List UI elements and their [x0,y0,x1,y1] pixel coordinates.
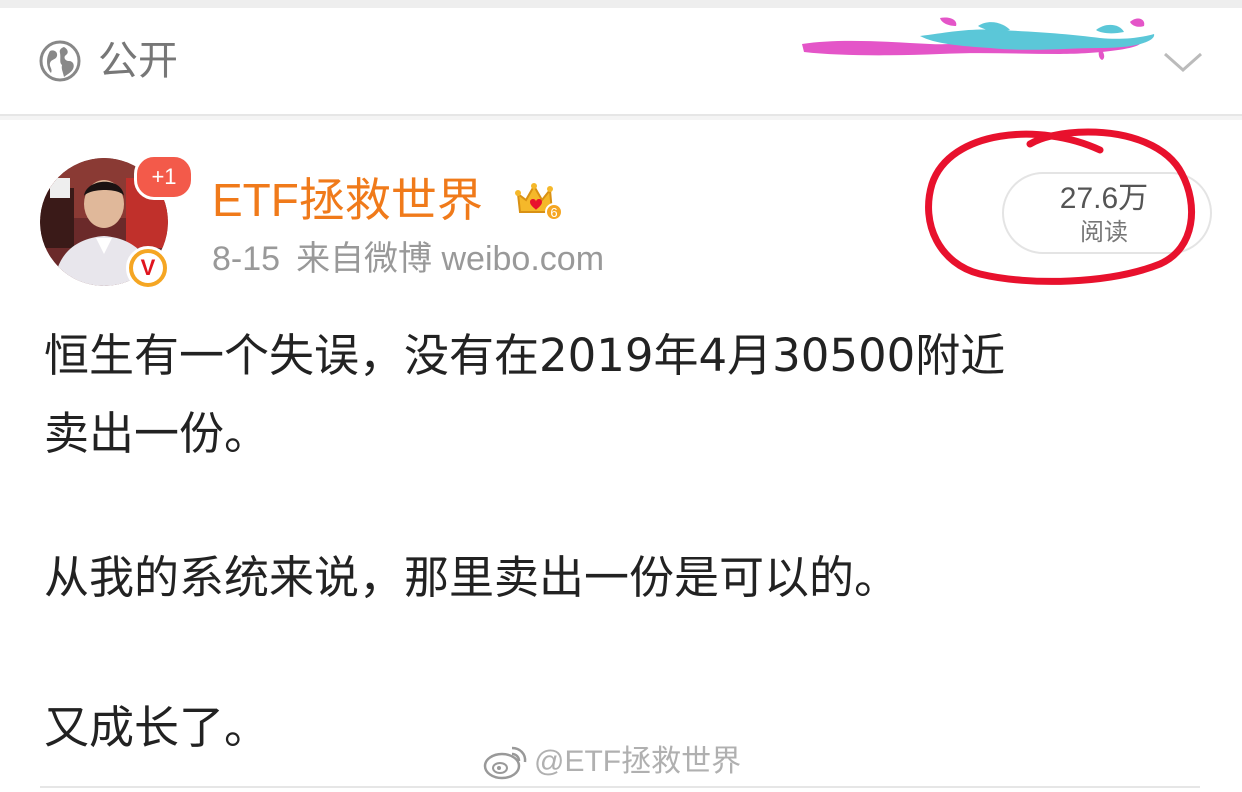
red-annotation-circle [925,128,1196,285]
visibility-label: 公开 [98,38,178,84]
globe-icon [39,40,81,82]
weibo-post-screenshot: 公开 +1 V ETF拯救世界 6 8-15 来自微博 weibo.com 27… [0,0,1242,792]
paint-smear-decoration [802,17,1155,60]
post-date: 8-15 [212,240,281,278]
notification-badge: +1 [134,154,194,200]
author-avatar-group[interactable]: +1 V [40,154,194,290]
post-meta: 8-15 来自微博 weibo.com [212,238,620,280]
bottom-divider [40,786,1200,788]
crown-badge-icon[interactable]: 6 [514,178,562,222]
post-text-line: 卖出一份。 [44,407,270,460]
post-source[interactable]: 来自微博 weibo.com [296,240,604,278]
post-text-line: 恒生有一个失误，没有在2019年4月30500附近 [44,329,1006,382]
chevron-down-icon[interactable] [1162,48,1204,76]
verified-badge-icon: V [126,246,170,290]
visibility-setting-row[interactable]: 公开 [0,8,1242,116]
verified-mark: V [133,253,163,283]
member-level: 6 [550,205,557,220]
weibo-logo-icon [483,746,527,780]
post-text-line: 从我的系统来说，那里卖出一份是可以的。 [44,551,900,604]
top-edge [0,0,1242,8]
post-text-line: 又成长了。 [44,701,270,754]
watermark-text: @ETF拯救世界 [534,745,742,778]
section-divider [0,116,1242,120]
author-name[interactable]: ETF拯救世界 [212,172,483,228]
